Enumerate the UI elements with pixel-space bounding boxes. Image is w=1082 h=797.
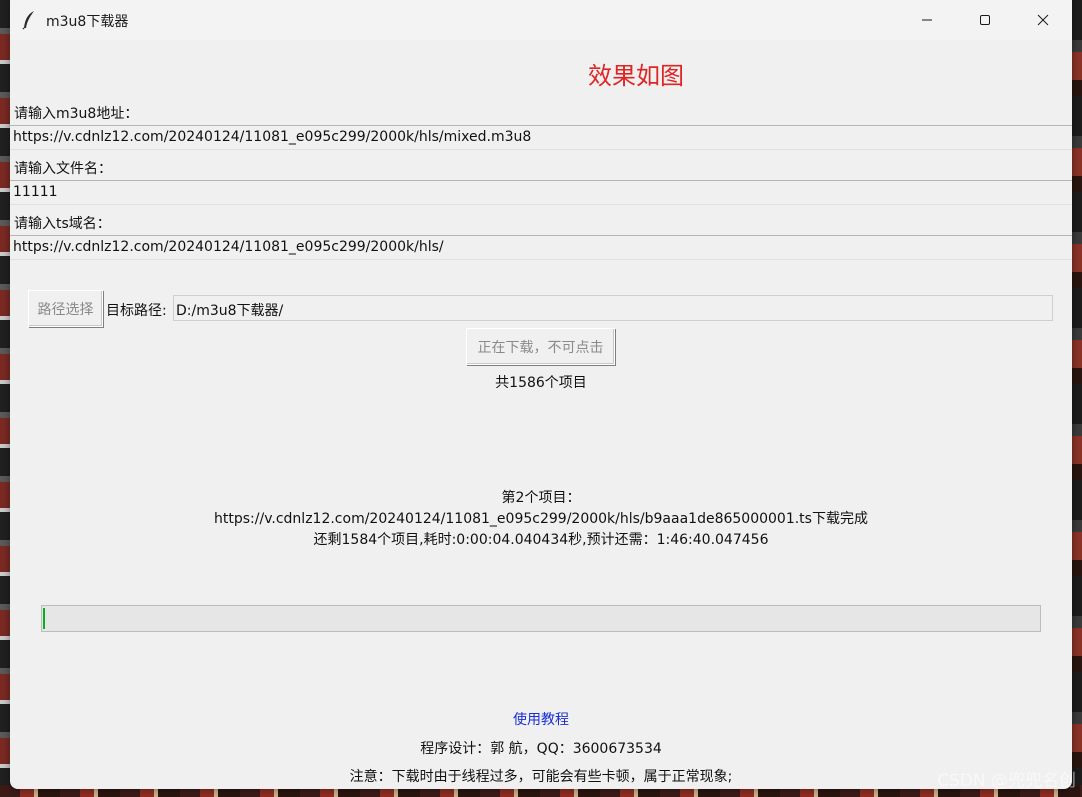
filename-input[interactable]: 11111: [10, 180, 1072, 205]
close-button[interactable]: [1014, 0, 1072, 40]
filename-label: 请输入文件名：: [14, 161, 112, 177]
feather-icon: [22, 10, 36, 30]
path-select-label: 路径选择: [37, 301, 94, 318]
csdn-watermark: CSDN @兜兜名创: [937, 771, 1076, 791]
minimize-button[interactable]: [898, 0, 956, 40]
tutorial-link[interactable]: 使用教程: [10, 709, 1072, 729]
path-select-button[interactable]: 路径选择: [28, 290, 103, 327]
progress-fill: [43, 608, 45, 629]
credit-text: 程序设计：郭 航，QQ：3600673534: [420, 741, 662, 757]
status-line-item: 第2个项目：: [501, 490, 581, 506]
notice-text: 注意：下载时由于线程过多，可能会有些卡顿，属于正常现象;: [349, 769, 733, 785]
download-button[interactable]: 正在下载，不可点击: [466, 328, 615, 365]
m3u8-url-input[interactable]: https://v.cdnlz12.com/20240124/11081_e09…: [10, 125, 1072, 150]
target-path-label: 目标路径:: [106, 303, 167, 319]
minimize-icon: [922, 19, 932, 21]
target-path-input[interactable]: D:/m3u8下载器/: [173, 295, 1053, 321]
maximize-button[interactable]: [956, 0, 1014, 40]
total-items-text: 共1586个项目: [495, 375, 587, 391]
close-icon: [1037, 14, 1049, 26]
window-title: m3u8下载器: [46, 14, 129, 30]
app-window: m3u8下载器 效果如图 请输入m3u8地址： https://v.cdnlz1…: [10, 0, 1072, 789]
status-line-remaining: 还剩1584个项目,耗时:0:00:04.040434秒,预计还需：1:46:4…: [313, 532, 769, 548]
m3u8-url-label: 请输入m3u8地址：: [14, 106, 139, 122]
maximize-icon: [980, 15, 990, 25]
title-bar[interactable]: m3u8下载器: [10, 0, 1072, 40]
ts-domain-label: 请输入ts域名：: [14, 216, 111, 232]
status-line-url: https://v.cdnlz12.com/20240124/11081_e09…: [214, 511, 868, 527]
download-button-label: 正在下载，不可点击: [477, 339, 604, 356]
download-progress-bar: [41, 605, 1041, 632]
headline-text: 效果如图: [588, 62, 684, 90]
ts-domain-input[interactable]: https://v.cdnlz12.com/20240124/11081_e09…: [10, 235, 1072, 260]
